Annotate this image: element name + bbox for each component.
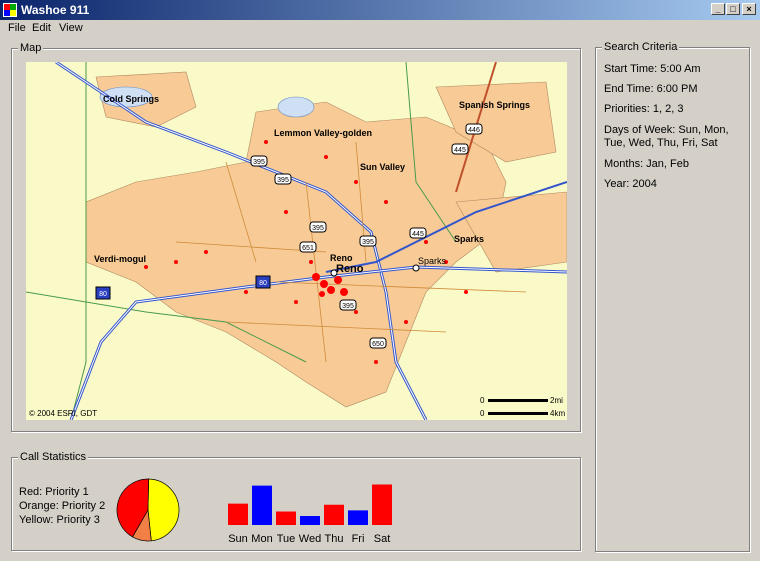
- svg-text:445: 445: [454, 147, 466, 154]
- bar-label-sun: Sun: [228, 533, 248, 545]
- svg-text:395: 395: [312, 225, 324, 232]
- shield-80-a: 80: [255, 275, 271, 289]
- label-verdi: Verdi-mogul: [94, 254, 146, 264]
- criteria-start-time: Start Time: 5:00 Am: [604, 63, 701, 75]
- stats-group-label: Call Statistics: [18, 451, 89, 463]
- minimize-button[interactable]: _: [711, 3, 725, 15]
- legend-priority-1: Red: Priority 1: [19, 486, 89, 498]
- shield-445-b: 445: [409, 227, 427, 239]
- bar-tue: [276, 511, 296, 525]
- label-spanish-springs: Spanish Springs: [459, 100, 530, 110]
- svg-text:651: 651: [302, 245, 314, 252]
- label-reno: Reno: [336, 263, 364, 275]
- svg-text:395: 395: [277, 177, 289, 184]
- svg-text:395: 395: [253, 159, 265, 166]
- label-lemmon-valley: Lemmon Valley-golden: [274, 128, 372, 138]
- bar-label-sat: Sat: [374, 533, 391, 545]
- shield-445-a: 445: [451, 143, 469, 155]
- shield-446: 446: [465, 123, 483, 135]
- shield-395-b: 395: [274, 173, 292, 185]
- svg-text:395: 395: [362, 239, 374, 246]
- label-cold-springs: Cold Springs: [103, 94, 159, 104]
- bar-label-fri: Fri: [352, 533, 365, 545]
- day-of-week-bar-chart: Sun Mon Tue Wed Thu Fri Sat: [228, 484, 392, 545]
- shield-650: 650: [369, 337, 387, 349]
- shield-395-a: 395: [250, 155, 268, 167]
- window-title: Washoe 911: [21, 3, 90, 17]
- search-criteria-group: Search Criteria: [595, 41, 750, 552]
- svg-text:0: 0: [480, 409, 485, 418]
- criteria-year: Year: 2004: [604, 178, 657, 190]
- svg-text:4km: 4km: [550, 409, 565, 418]
- bar-sat: [372, 484, 392, 525]
- title-bar[interactable]: Washoe 911 _ □ ×: [0, 0, 760, 20]
- close-button[interactable]: ×: [742, 3, 756, 15]
- bar-mon: [252, 485, 272, 525]
- svg-text:446: 446: [468, 127, 480, 134]
- shield-395-e: 395: [339, 299, 357, 311]
- label-sparks-bold: Sparks: [454, 234, 484, 244]
- menu-bar: File Edit View: [0, 20, 760, 37]
- bar-label-mon: Mon: [251, 533, 272, 545]
- bar-sun: [228, 503, 248, 525]
- bar-label-wed: Wed: [299, 533, 321, 545]
- criteria-months: Months: Jan, Feb: [604, 158, 689, 170]
- map-copyright: © 2004 ESRI, GDT: [29, 409, 97, 418]
- bar-fri: [348, 510, 368, 525]
- svg-text:2mi: 2mi: [550, 396, 563, 405]
- svg-text:395: 395: [342, 303, 354, 310]
- label-sun-valley: Sun Valley: [360, 162, 405, 172]
- svg-text:80: 80: [259, 280, 267, 287]
- criteria-end-time: End Time: 6:00 PM: [604, 83, 698, 95]
- label-reno-small: Reno: [330, 253, 353, 263]
- legend-priority-2: Orange: Priority 2: [19, 500, 106, 512]
- menu-view[interactable]: View: [59, 22, 83, 34]
- shield-651: 651: [299, 241, 317, 253]
- map-group-label: Map: [18, 42, 44, 54]
- bar-wed: [300, 516, 320, 525]
- legend-priority-3: Yellow: Priority 3: [19, 514, 100, 526]
- criteria-priorities: Priorities: 1, 2, 3: [604, 103, 684, 115]
- menu-file[interactable]: File: [8, 22, 26, 34]
- shield-395-d: 395: [359, 235, 377, 247]
- maximize-button[interactable]: □: [726, 3, 740, 15]
- criteria-group-label: Search Criteria: [602, 41, 680, 53]
- menu-edit[interactable]: Edit: [32, 22, 51, 34]
- svg-text:0: 0: [480, 396, 485, 405]
- bar-label-thu: Thu: [325, 533, 344, 545]
- app-icon: [3, 3, 17, 17]
- svg-text:80: 80: [99, 291, 107, 298]
- criteria-days-of-week: Days of Week: Sun, Mon, Tue, Wed, Thu, F…: [604, 124, 729, 149]
- svg-text:650: 650: [372, 341, 384, 348]
- bar-label-tue: Tue: [277, 533, 296, 545]
- priority-pie-chart: [116, 478, 180, 542]
- map-view[interactable]: Cold Springs Spanish Springs Lemmon Vall…: [26, 62, 567, 420]
- bar-thu: [324, 504, 344, 525]
- shield-395-c: 395: [309, 221, 327, 233]
- label-sparks: Sparks: [418, 256, 447, 266]
- map-canvas[interactable]: Cold Springs Spanish Springs Lemmon Vall…: [26, 62, 567, 420]
- shield-80-b: 80: [95, 286, 111, 300]
- svg-text:445: 445: [412, 231, 424, 238]
- pie-slice-priority-3: [147, 478, 180, 542]
